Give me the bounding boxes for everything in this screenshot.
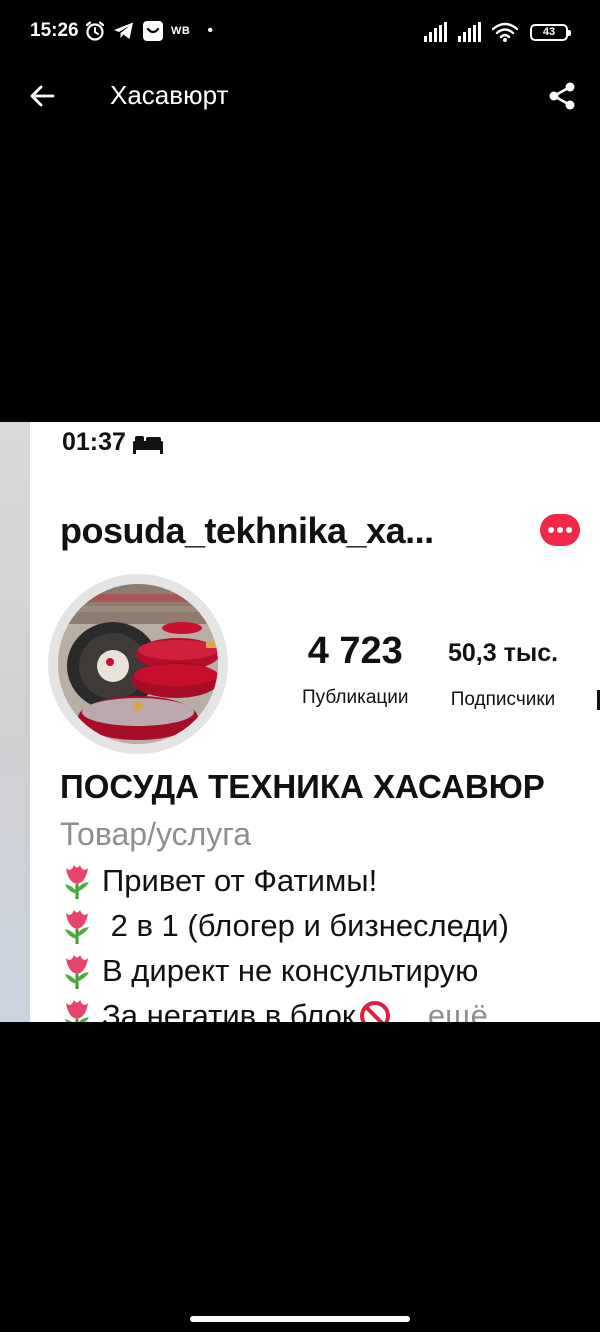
stat-posts-label: Публикации — [302, 687, 409, 708]
photo-viewer[interactable]: 01:37 posuda_tekhnika_xa... 4 723 Публик… — [0, 422, 600, 1022]
stat-followers-value: 50,3 тыс. — [448, 639, 559, 667]
tulip-icon — [65, 864, 89, 899]
status-notification-icons: WB • — [84, 19, 213, 43]
bio-text: За негатив в блок — [102, 997, 356, 1023]
bed-icon — [132, 435, 163, 454]
share-button[interactable] — [542, 76, 582, 116]
stat-posts-value: 4 723 — [307, 630, 403, 672]
no-entry-icon — [360, 1000, 391, 1022]
screenshot-status-time: 01:37 — [62, 428, 164, 457]
bio-line: В директ не консультирую — [60, 948, 600, 993]
tulip-icon — [65, 999, 89, 1022]
app-badge-icon — [142, 20, 164, 42]
signal-icon — [424, 22, 452, 42]
bio-text: В директ не консультирую — [102, 952, 479, 988]
telegram-icon — [113, 21, 135, 41]
arrow-left-icon — [30, 85, 55, 107]
profile-username: posuda_tekhnika_xa... — [60, 510, 434, 551]
profile-bio: Привет от Фатимы! 2 в 1 (блогер и бизнес… — [60, 858, 600, 1022]
gesture-nav-handle[interactable] — [190, 1316, 410, 1322]
profile-screenshot-image: 01:37 posuda_tekhnika_xa... 4 723 Публик… — [30, 422, 600, 1022]
alarm-icon — [84, 20, 106, 42]
profile-full-name: ПОСУДА ТЕХНИКА ХАСАВЮР — [60, 768, 545, 805]
battery-icon: 43 — [530, 23, 571, 41]
bio-line: Привет от Фатимы! — [60, 858, 600, 903]
page-title: Хасавюрт — [110, 80, 229, 110]
bio-line: 2 в 1 (блогер и бизнеследи) — [60, 903, 600, 948]
profile-category: Товар/услуга — [60, 816, 252, 852]
screenshot-time: 01:37 — [62, 428, 126, 456]
more-notifications-dot: • — [207, 22, 213, 39]
bio-line: За негатив в блок ... ещё — [60, 993, 600, 1022]
avatar-photo — [58, 584, 218, 744]
image-edge-strip — [0, 422, 30, 1022]
system-status-icons: 43 — [424, 19, 571, 45]
status-bar: 15:26 WB • 43 — [0, 0, 600, 64]
tulip-icon — [65, 954, 89, 989]
stat-posts[interactable]: 4 723 Публикации — [302, 630, 409, 709]
more-dots-icon — [540, 514, 580, 546]
carrier-badge: WB — [171, 25, 191, 37]
back-button[interactable] — [22, 78, 62, 114]
stat-followers[interactable]: 50,3 тыс. Подписчики — [448, 638, 558, 711]
battery-level: 43 — [542, 25, 556, 38]
tulip-icon — [65, 909, 89, 944]
bio-more-link[interactable]: ... ещё — [393, 998, 487, 1023]
signal-icon — [458, 22, 486, 42]
wifi-icon — [492, 22, 518, 42]
stat-followers-label: Подписчики — [450, 689, 556, 711]
status-time: 15:26 — [30, 20, 79, 41]
share-icon — [549, 82, 575, 110]
avatar — [48, 574, 228, 754]
bio-text: Привет от Фатимы! — [102, 862, 378, 898]
bio-text: 2 в 1 (блогер и бизнеследи) — [102, 907, 509, 943]
app-toolbar: Хасавюрт — [0, 64, 600, 128]
